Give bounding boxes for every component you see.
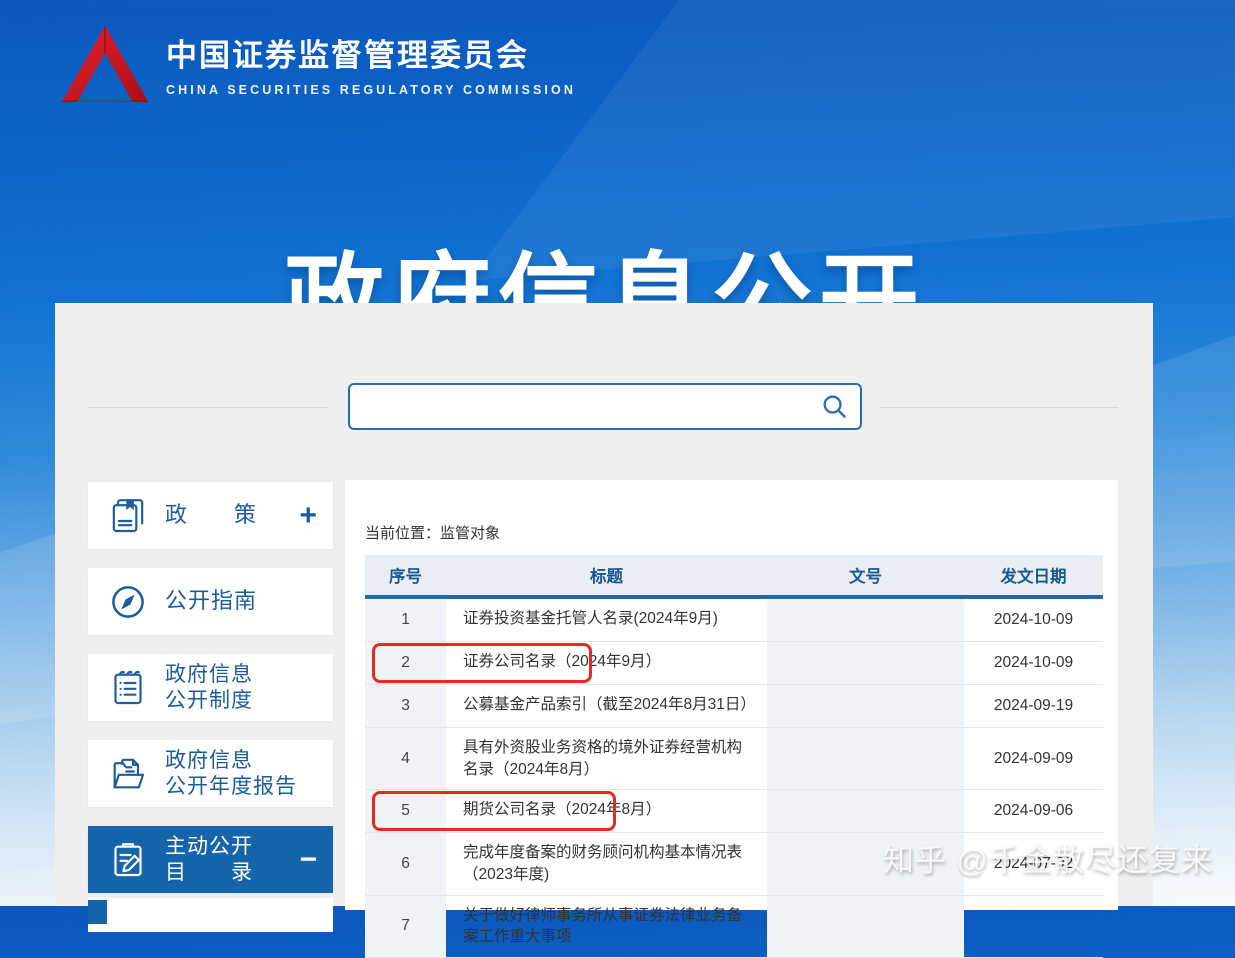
row-number-cell: 7 <box>365 896 446 957</box>
date-cell: 2024-07-02 <box>964 833 1103 894</box>
document-link[interactable]: 证券公司名录（2024年9月） <box>463 653 661 670</box>
documents-table: 序号 标题 文号 发文日期 1 证券投资基金托管人名录(2024年9月) 202… <box>365 555 1103 958</box>
document-link[interactable]: 公募基金产品索引（截至2024年8月31日） <box>463 696 756 713</box>
doc-number-cell <box>767 599 964 641</box>
doc-number-cell <box>767 790 964 832</box>
table-row: 7 关于做好律师事务所从事证券法律业务备案工作重大事项 <box>365 896 1103 958</box>
row-number-cell: 4 <box>365 728 446 789</box>
notebook-icon <box>108 668 148 708</box>
sidebar: 政 策 + 公开指南 <box>88 482 333 932</box>
sidebar-submenu-stub[interactable] <box>88 898 333 932</box>
sidebar-item-active-disclosure-catalog[interactable]: 主动公开目 录 − <box>88 826 333 893</box>
org-name-en: CHINA SECURITIES REGULATORY COMMISSION <box>166 83 576 97</box>
date-cell: 2024-10-09 <box>964 642 1103 684</box>
site-header: 中国证券监督管理委员会 CHINA SECURITIES REGULATORY … <box>60 22 576 114</box>
org-name-cn: 中国证券监督管理委员会 <box>166 39 576 73</box>
doc-number-cell <box>767 685 964 727</box>
row-number-cell: 2 <box>365 642 446 684</box>
date-cell <box>964 896 1103 957</box>
csrc-logo-icon <box>60 22 150 114</box>
breadcrumb: 当前位置：监管对象 <box>365 522 500 543</box>
date-cell: 2024-10-09 <box>964 599 1103 641</box>
document-link[interactable]: 关于做好律师事务所从事证券法律业务备案工作重大事项 <box>463 907 742 946</box>
column-header-title: 标题 <box>446 563 767 587</box>
table-row: 6 完成年度备案的财务顾问机构基本情况表（2023年度) 2024-07-02 <box>365 833 1103 895</box>
sidebar-item-disclosure-guide[interactable]: 公开指南 <box>88 568 333 635</box>
org-names: 中国证券监督管理委员会 CHINA SECURITIES REGULATORY … <box>166 39 576 96</box>
document-link[interactable]: 证券投资基金托管人名录(2024年9月) <box>463 610 718 627</box>
date-cell: 2024-09-19 <box>964 685 1103 727</box>
table-header-row: 序号 标题 文号 发文日期 <box>365 555 1103 599</box>
breadcrumb-current: 监管对象 <box>440 525 500 542</box>
sidebar-item-label: 主动公开目 录 <box>165 834 295 885</box>
search-input[interactable] <box>350 385 808 428</box>
document-link[interactable]: 完成年度备案的财务顾问机构基本情况表（2023年度) <box>463 844 742 883</box>
table-row: 1 证券投资基金托管人名录(2024年9月) 2024-10-09 <box>365 599 1103 642</box>
row-number-cell: 3 <box>365 685 446 727</box>
search-box <box>348 383 862 430</box>
divider-line-left <box>88 407 328 408</box>
expand-toggle[interactable]: + <box>299 501 317 531</box>
date-cell: 2024-09-06 <box>964 790 1103 832</box>
clipboard-icon <box>108 840 148 880</box>
table-row: 2 证券公司名录（2024年9月） 2024-10-09 <box>365 642 1103 685</box>
breadcrumb-label: 当前位置： <box>365 525 440 542</box>
doc-number-cell <box>767 728 964 789</box>
content-panel: 政 策 + 公开指南 <box>55 303 1153 906</box>
doc-number-cell <box>767 833 964 894</box>
column-header-doc-no: 文号 <box>767 563 964 587</box>
sidebar-item-label: 政府信息公开年度报告 <box>165 748 313 799</box>
sidebar-item-disclosure-system[interactable]: 政府信息公开制度 <box>88 654 333 721</box>
sidebar-item-label: 政 策 <box>165 502 295 529</box>
column-header-no: 序号 <box>365 563 446 587</box>
date-cell: 2024-09-09 <box>964 728 1103 789</box>
table-row: 4 具有外资股业务资格的境外证券经营机构名录（2024年8月） 2024-09-… <box>365 728 1103 790</box>
sidebar-item-label: 政府信息公开制度 <box>165 662 313 713</box>
row-number-cell: 1 <box>365 599 446 641</box>
folder-icon <box>108 754 148 794</box>
doc-number-cell <box>767 896 964 957</box>
compass-icon <box>108 582 148 622</box>
sidebar-item-annual-report[interactable]: 政府信息公开年度报告 <box>88 740 333 807</box>
doc-number-cell <box>767 642 964 684</box>
divider-line-right <box>880 407 1118 408</box>
sidebar-item-label: 公开指南 <box>165 588 313 615</box>
search-button[interactable] <box>808 385 860 428</box>
collapse-toggle[interactable]: − <box>299 845 317 875</box>
search-icon <box>821 393 848 420</box>
main-content: 当前位置：监管对象 序号 标题 文号 发文日期 1 证券投资基金托管人名录(20… <box>345 480 1118 910</box>
submenu-marker <box>88 900 107 924</box>
table-row: 3 公募基金产品索引（截至2024年8月31日） 2024-09-19 <box>365 685 1103 728</box>
table-row: 5 期货公司名录（2024年8月） 2024-09-06 <box>365 790 1103 833</box>
row-number-cell: 5 <box>365 790 446 832</box>
column-header-date: 发文日期 <box>964 563 1103 587</box>
sidebar-item-policy[interactable]: 政 策 + <box>88 482 333 549</box>
document-link[interactable]: 期货公司名录（2024年8月） <box>463 801 661 818</box>
row-number-cell: 6 <box>365 833 446 894</box>
document-link[interactable]: 具有外资股业务资格的境外证券经营机构名录（2024年8月） <box>463 739 742 778</box>
book-icon <box>108 496 148 536</box>
